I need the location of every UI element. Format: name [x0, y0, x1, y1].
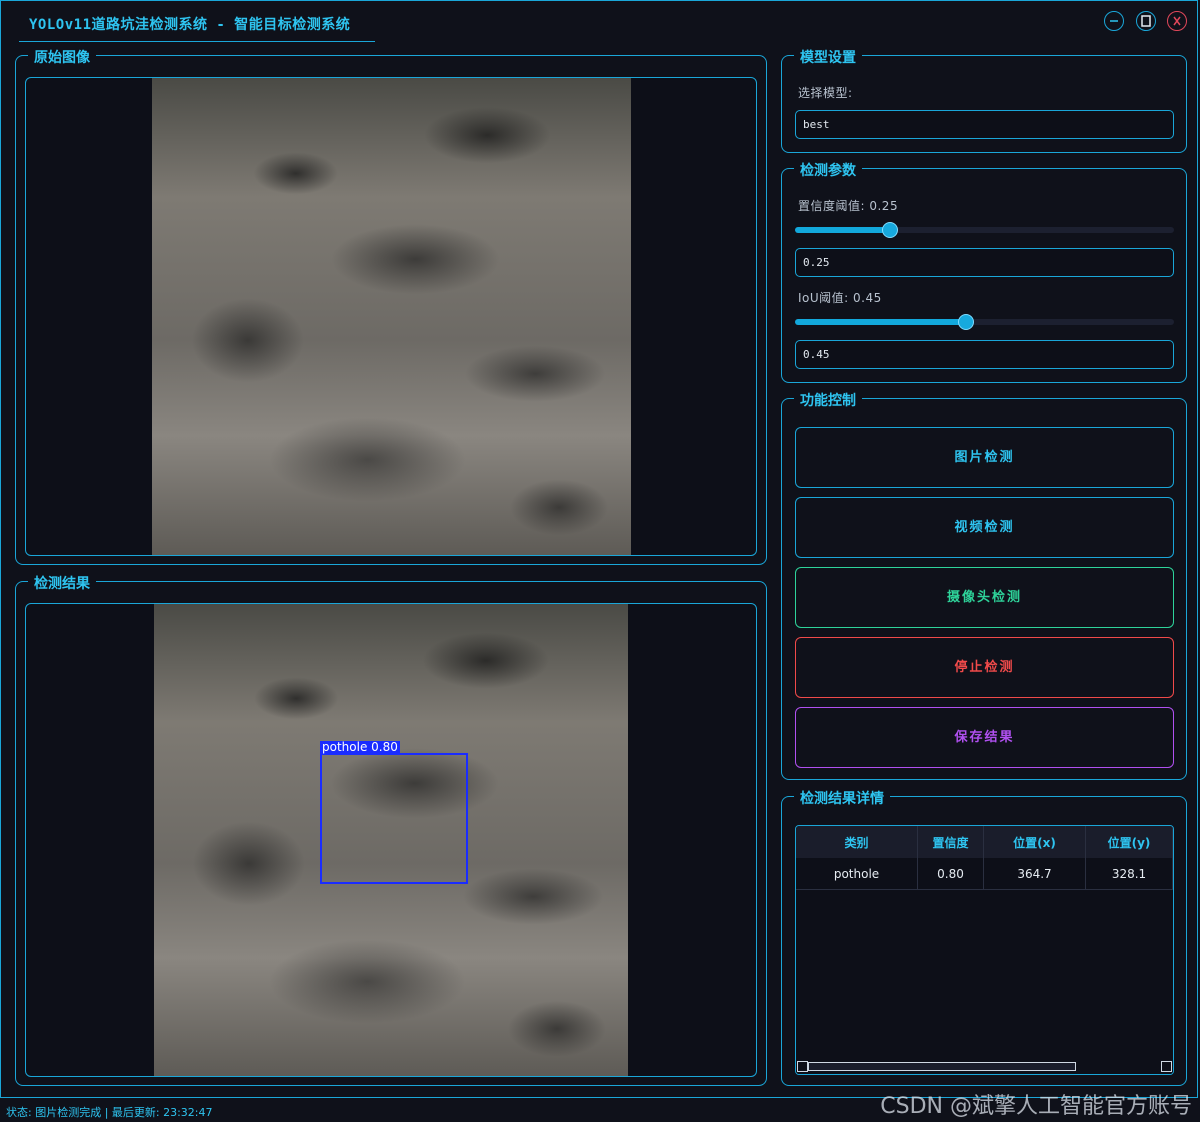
detection-bounding-box — [320, 753, 468, 884]
function-controls-group: 功能控制 图片检测 视频检测 摄像头检测 停止检测 保存结果 — [781, 390, 1187, 780]
select-model-label: 选择模型: — [798, 86, 853, 100]
cell-x: 364.7 — [983, 858, 1086, 890]
column-header-class[interactable]: 类别 — [796, 826, 918, 858]
iou-slider[interactable] — [795, 314, 1174, 330]
image-detect-button[interactable]: 图片检测 — [795, 427, 1174, 488]
scrollbar-thumb[interactable] — [808, 1062, 1076, 1071]
confidence-slider-fill — [795, 227, 890, 233]
column-header-confidence[interactable]: 置信度 — [917, 826, 984, 858]
close-button[interactable] — [1167, 11, 1187, 31]
column-header-y[interactable]: 位置(y) — [1085, 826, 1173, 858]
confidence-input[interactable]: 0.25 — [795, 248, 1174, 277]
cell-confidence: 0.80 — [917, 858, 984, 890]
detection-results-table: 类别 置信度 位置(x) 位置(y) pothole 0.80 364.7 32… — [796, 826, 1173, 890]
iou-label: IoU阈值: 0.45 — [798, 291, 882, 305]
detection-params-title: 检测参数 — [794, 160, 862, 180]
window-title: YOLOv11道路坑洼检测系统 - 智能目标检测系统 — [29, 17, 351, 33]
cell-class: pothole — [796, 858, 918, 890]
detection-result-frame: pothole 0.80 — [25, 603, 757, 1077]
detection-results-table-frame: 类别 置信度 位置(x) 位置(y) pothole 0.80 364.7 32… — [795, 825, 1174, 1075]
titlebar: YOLOv11道路坑洼检测系统 - 智能目标检测系统 — [19, 5, 375, 42]
table-row[interactable]: pothole 0.80 364.7 328.1 — [796, 858, 1173, 890]
detection-params-group: 检测参数 置信度阈值: 0.25 0.25 IoU阈值: 0.45 0.45 — [781, 160, 1187, 383]
horizontal-scrollbar[interactable] — [796, 1060, 1173, 1074]
confidence-slider-handle[interactable] — [881, 222, 898, 238]
original-image-frame — [25, 77, 757, 556]
confidence-label: 置信度阈值: 0.25 — [798, 199, 899, 213]
maximize-icon — [1141, 15, 1151, 27]
app-window: YOLOv11道路坑洼检测系统 - 智能目标检测系统 原始图像 检测结果 pot… — [0, 0, 1198, 1098]
result-road-image: pothole 0.80 — [154, 604, 628, 1076]
confidence-slider[interactable] — [795, 222, 1174, 238]
original-image-group: 原始图像 — [15, 47, 767, 565]
model-settings-title: 模型设置 — [794, 47, 862, 67]
watermark: CSDN @斌擎人工智能官方账号 — [880, 1094, 1192, 1119]
maximize-button[interactable] — [1136, 11, 1156, 31]
function-controls-title: 功能控制 — [794, 390, 862, 410]
minimize-icon — [1110, 20, 1118, 22]
status-text: 状态: 图片检测完成 | 最后更新: 23:32:47 — [6, 1106, 213, 1119]
camera-detect-button[interactable]: 摄像头检测 — [795, 567, 1174, 628]
video-detect-button[interactable]: 视频检测 — [795, 497, 1174, 558]
scroll-left-button[interactable] — [797, 1061, 808, 1072]
original-image-title: 原始图像 — [28, 47, 96, 67]
detection-box-label: pothole 0.80 — [320, 740, 400, 754]
scroll-right-button[interactable] — [1161, 1061, 1172, 1072]
detection-details-title: 检测结果详情 — [794, 788, 890, 808]
iou-input[interactable]: 0.45 — [795, 340, 1174, 369]
model-settings-group: 模型设置 选择模型: best — [781, 47, 1187, 153]
iou-slider-handle[interactable] — [957, 314, 974, 330]
iou-slider-fill — [795, 319, 966, 325]
save-result-button[interactable]: 保存结果 — [795, 707, 1174, 768]
detection-result-title: 检测结果 — [28, 573, 96, 593]
detection-result-group: 检测结果 pothole 0.80 — [15, 573, 767, 1086]
original-road-image — [152, 78, 631, 555]
model-select[interactable]: best — [795, 110, 1174, 139]
cell-y: 328.1 — [1085, 858, 1173, 890]
column-header-x[interactable]: 位置(x) — [983, 826, 1086, 858]
detection-details-group: 检测结果详情 类别 置信度 位置(x) 位置(y) pothole 0.80 3… — [781, 788, 1187, 1086]
minimize-button[interactable] — [1104, 11, 1124, 31]
close-icon — [1173, 16, 1181, 26]
stop-detect-button[interactable]: 停止检测 — [795, 637, 1174, 698]
